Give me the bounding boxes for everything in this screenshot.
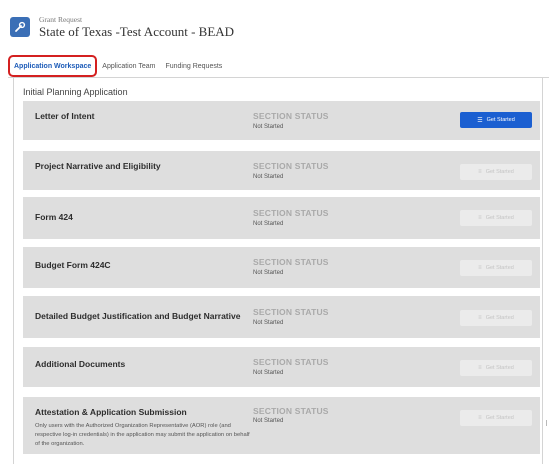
- get-started-button[interactable]: ≡ Get Started: [460, 210, 532, 226]
- list-icon: ≡: [478, 315, 482, 321]
- button-label: Get Started: [486, 117, 515, 123]
- get-started-button[interactable]: ≡ Get Started: [460, 310, 532, 326]
- list-icon: ≡: [478, 365, 482, 371]
- section-status-value: Not Started: [253, 124, 284, 130]
- button-label: Get Started: [485, 365, 514, 371]
- section-status-label: SECTION STATUS: [253, 208, 329, 218]
- section-status-label: SECTION STATUS: [253, 257, 329, 267]
- section-additional-documents: Additional Documents SECTION STATUS Not …: [23, 347, 540, 387]
- section-status-value: Not Started: [253, 320, 284, 326]
- button-label: Get Started: [485, 169, 514, 175]
- section-name: Attestation & Application Submission: [35, 407, 187, 417]
- section-status-value: Not Started: [253, 221, 284, 227]
- list-icon: ≡: [478, 265, 482, 271]
- get-started-button[interactable]: ≡ Get Started: [460, 360, 532, 376]
- section-budget-justification: Detailed Budget Justification and Budget…: [23, 296, 540, 338]
- button-label: Get Started: [485, 415, 514, 421]
- section-status-label: SECTION STATUS: [253, 406, 329, 416]
- get-started-button[interactable]: ≡ Get Started: [460, 164, 532, 180]
- get-started-button[interactable]: ≡ Get Started: [460, 260, 532, 276]
- tab-application-team[interactable]: Application Team: [97, 55, 160, 77]
- button-label: Get Started: [485, 265, 514, 271]
- list-icon: ☰: [477, 117, 483, 124]
- section-name: Letter of Intent: [35, 111, 95, 121]
- section-status-value: Not Started: [253, 370, 284, 376]
- section-status-label: SECTION STATUS: [253, 307, 329, 317]
- section-status-label: SECTION STATUS: [253, 161, 329, 171]
- button-label: Get Started: [485, 215, 514, 221]
- section-status-value: Not Started: [253, 174, 284, 180]
- section-name: Detailed Budget Justification and Budget…: [35, 311, 241, 321]
- section-name: Form 424: [35, 212, 73, 222]
- section-name: Additional Documents: [35, 359, 126, 369]
- section-budget-form-424c: Budget Form 424C SECTION STATUS Not Star…: [23, 247, 540, 288]
- section-description: Only users with the Authorized Organizat…: [35, 423, 250, 447]
- get-started-button[interactable]: ☰ Get Started: [460, 112, 532, 128]
- section-status-label: SECTION STATUS: [253, 357, 329, 367]
- list-icon: ≡: [478, 169, 482, 175]
- section-name: Budget Form 424C: [35, 260, 111, 270]
- button-label: Get Started: [485, 315, 514, 321]
- tab-bar: Application Workspace Application Team F…: [8, 55, 227, 77]
- panel-title: Initial Planning Application: [23, 87, 128, 97]
- workspace-panel: Initial Planning Application Letter of I…: [13, 77, 543, 464]
- section-project-narrative: Project Narrative and Eligibility SECTIO…: [23, 151, 540, 190]
- section-letter-of-intent: Letter of Intent SECTION STATUS Not Star…: [23, 101, 540, 140]
- tab-funding-requests[interactable]: Funding Requests: [160, 55, 227, 77]
- wrench-icon: [10, 17, 30, 37]
- record-type-label: Grant Request: [39, 14, 83, 24]
- page-header: Grant Request State of Texas -Test Accou…: [10, 12, 234, 42]
- list-icon: ≡: [478, 415, 482, 421]
- section-status-value: Not Started: [253, 418, 284, 424]
- page-title: State of Texas -Test Account - BEAD: [39, 23, 235, 39]
- section-attestation-submission: Attestation & Application Submission Onl…: [23, 397, 540, 454]
- section-status-label: SECTION STATUS: [253, 111, 329, 121]
- tab-application-workspace[interactable]: Application Workspace: [8, 55, 98, 77]
- get-started-button[interactable]: ≡ Get Started: [460, 410, 532, 426]
- scrollbar-tick: [546, 420, 547, 426]
- section-name: Project Narrative and Eligibility: [35, 161, 161, 171]
- section-status-value: Not Started: [253, 270, 284, 276]
- section-form-424: Form 424 SECTION STATUS Not Started ≡ Ge…: [23, 197, 540, 239]
- list-icon: ≡: [478, 215, 482, 221]
